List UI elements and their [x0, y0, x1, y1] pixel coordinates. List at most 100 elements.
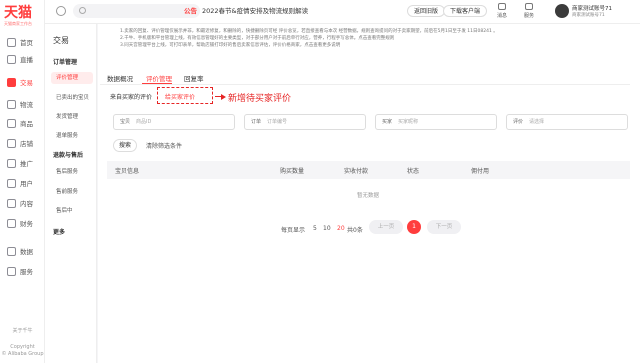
tab-overview[interactable]: 数据概况	[107, 73, 133, 83]
shop-icon	[7, 138, 16, 148]
sub-item-aftersale[interactable]: 售后服务	[51, 166, 93, 178]
buyer-filter-field[interactable]: 买家 买家昵称	[375, 114, 497, 130]
notice-tag: 公告	[184, 7, 197, 15]
logistics-icon	[7, 99, 16, 109]
live-icon	[7, 54, 16, 64]
shop-sub: 商家测试账号71	[572, 13, 605, 18]
rail-item-service[interactable]: 服务	[0, 263, 45, 279]
rail-label: 推广	[20, 160, 33, 168]
message-label: 消息	[496, 13, 507, 19]
service-label: 服务	[523, 13, 534, 19]
sub-item-review[interactable]: 评价管理	[51, 72, 93, 84]
search-icon	[79, 7, 86, 14]
filter-placeholder: 商品ID	[136, 119, 152, 125]
rail-item-finance[interactable]: 财务	[0, 215, 45, 231]
rail-item-goods[interactable]: 商品	[0, 115, 45, 131]
data-icon	[7, 246, 16, 256]
page-size-20[interactable]: 20	[337, 225, 345, 232]
sub-item-shipping[interactable]: 发货管理	[51, 111, 93, 123]
rail-label: 用户	[20, 180, 33, 188]
notice-banner: 1.卖家的回复、评价管理仅展示并非，和最近修复，和删除的，快捷删除页可经 评价总…	[120, 28, 630, 50]
service-icon	[525, 3, 533, 10]
content-icon	[7, 198, 16, 208]
message-button[interactable]: 消息	[493, 3, 511, 19]
rail-label: 交易	[20, 79, 33, 87]
filter-label: 买家	[382, 119, 393, 125]
filter-placeholder: 订单编号	[267, 119, 288, 125]
user-icon	[7, 178, 16, 188]
message-icon	[498, 3, 506, 10]
rail-label: 首页	[20, 39, 33, 47]
sub-nav: 交易 订单管理 评价管理 已卖出的宝贝 发货管理 退单服务 退款与售后 售后服务…	[45, 24, 97, 363]
page-size-10[interactable]: 10	[323, 225, 331, 232]
history-icon[interactable]	[56, 6, 66, 16]
notice-link[interactable]: 2022春节&疫情安排及物流规则解读	[202, 5, 308, 15]
filter-placeholder: 请选择	[529, 119, 545, 125]
rail-item-logistics[interactable]: 物流	[0, 96, 45, 112]
item-filter-field[interactable]: 宝贝 商品ID	[113, 114, 235, 130]
tab-reply-rate[interactable]: 回复率	[184, 73, 204, 83]
arrow-head-icon	[221, 93, 226, 100]
rating-filter-select[interactable]: 评价 请选择	[506, 114, 628, 130]
rail-item-content[interactable]: 内容	[0, 195, 45, 211]
banner-line: 1.卖家的回复、评价管理仅展示并非，和最近修复，和删除的，快捷删除页可经 评价总…	[120, 29, 498, 34]
annotation-text: 新增待买家评价	[228, 94, 292, 104]
tmall-logo[interactable]: 天猫 天猫商家工作台	[4, 5, 44, 29]
shop-name[interactable]: 商家测试账号71	[572, 4, 612, 12]
return-old-button[interactable]: 返回旧版	[407, 5, 446, 17]
rail-item-promote[interactable]: 推广	[0, 155, 45, 171]
rail-label: 店铺	[20, 140, 33, 148]
group-order[interactable]: 订单管理	[53, 57, 77, 66]
rail-item-data[interactable]: 数据	[0, 243, 45, 259]
filter-placeholder: 买家昵称	[398, 119, 419, 125]
col-status: 状态	[407, 168, 420, 175]
goods-icon	[7, 118, 16, 128]
page-size-5[interactable]: 5	[313, 225, 317, 232]
rail-item-home[interactable]: 首页	[0, 34, 45, 50]
search-button[interactable]: 搜索	[113, 139, 137, 152]
next-page-button[interactable]: 下一页	[427, 220, 461, 234]
prev-page-button[interactable]: 上一页	[369, 220, 403, 234]
banner-line: 3.同天宫管理平台上线，可打印表单，帮助店铺打印好的售后卖家信息评估，评价价格商…	[120, 43, 341, 48]
rail-item-live[interactable]: 直播	[0, 51, 45, 67]
avatar[interactable]	[555, 4, 569, 18]
group-aftersale[interactable]: 退款与售后	[53, 150, 83, 159]
current-page[interactable]: 1	[407, 220, 421, 234]
col-item: 宝贝信息	[115, 168, 140, 175]
order-filter-field[interactable]: 订单 订单编号	[244, 114, 366, 130]
subtab-from-buyer[interactable]: 来自买家的评价	[110, 92, 152, 101]
table-header: 宝贝信息 购买数量 实收付款 状态 佣付用	[107, 161, 630, 179]
top-bar: 公告 2022春节&疫情安排及物流规则解读 返回旧版 下载客户端 消息 服务 商…	[45, 0, 640, 24]
more-link[interactable]: 更多	[53, 227, 65, 236]
service-icon	[7, 266, 16, 276]
copyright: Copyright © Alibaba Group	[1, 344, 44, 357]
col-quantity: 购买数量	[280, 168, 305, 175]
rail-label: 商品	[20, 120, 33, 128]
rail-label: 数据	[20, 248, 33, 256]
sub-item-inprogress[interactable]: 售后中	[51, 205, 93, 217]
col-commission: 佣付用	[471, 168, 490, 175]
about-link[interactable]: 关于千牛	[0, 327, 45, 334]
rail-item-user[interactable]: 用户	[0, 175, 45, 191]
rail-label: 内容	[20, 200, 33, 208]
main-rail: 天猫 天猫商家工作台 首页 直播 交易 物流 商品 店铺 推广 用户 内容 财务…	[0, 0, 45, 363]
rail-item-shop[interactable]: 店铺	[0, 135, 45, 151]
col-paid: 实收付款	[344, 168, 369, 175]
search-input[interactable]	[73, 4, 200, 18]
filter-label: 宝贝	[120, 119, 131, 125]
tab-divider	[100, 84, 630, 85]
sub-item-presale[interactable]: 售前服务	[51, 186, 93, 198]
service-button[interactable]: 服务	[520, 3, 538, 19]
clear-filters-button[interactable]: 清除筛选条件	[146, 141, 182, 150]
sub-item-sold[interactable]: 已卖出的宝贝	[51, 92, 93, 104]
finance-icon	[7, 218, 16, 228]
rail-item-trade[interactable]: 交易	[0, 74, 45, 90]
filter-label: 订单	[251, 119, 262, 125]
sub-item-refund[interactable]: 退单服务	[51, 130, 93, 142]
trade-icon	[7, 77, 16, 87]
tab-review-manage[interactable]: 评价管理	[146, 73, 172, 83]
download-client-button[interactable]: 下载客户端	[443, 5, 488, 17]
highlight-box	[157, 87, 213, 104]
home-icon	[7, 37, 16, 47]
logo-subtitle: 天猫商家工作台	[4, 21, 32, 26]
